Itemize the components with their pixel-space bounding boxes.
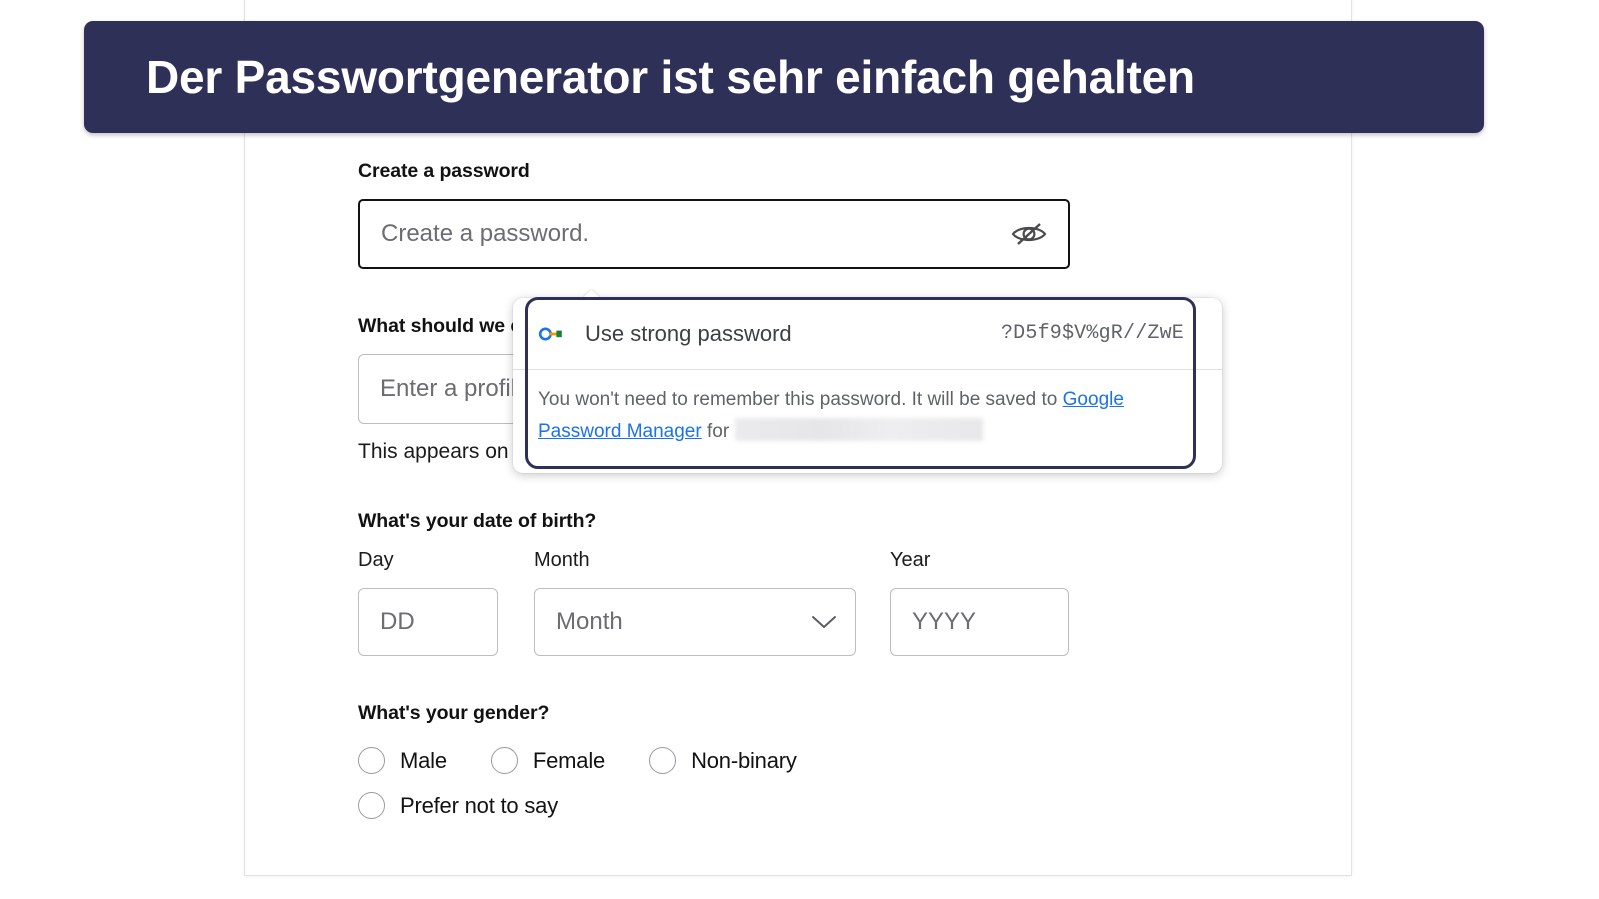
dob-month-group: Month Month: [534, 549, 856, 656]
google-password-key-icon: [538, 321, 564, 347]
radio-circle-icon[interactable]: [649, 747, 677, 774]
gender-option-label: Male: [400, 747, 447, 773]
annotation-banner: Der Passwortgenerator ist sehr einfach g…: [84, 21, 1484, 133]
dob-day-input[interactable]: DD: [358, 588, 498, 656]
dob-day-group: Day DD: [358, 549, 498, 656]
gender-options-row-1: Male Female Non-binary: [358, 747, 1088, 774]
dob-day-label: Day: [358, 549, 394, 571]
date-of-birth-label: What's your date of birth?: [358, 510, 597, 532]
suggested-password-value: ?D5f9$V%gR//ZwE: [1000, 322, 1184, 345]
gender-option-label: Prefer not to say: [400, 792, 559, 818]
dob-month-placeholder: Month: [556, 608, 623, 635]
gender-option-male[interactable]: Male: [358, 747, 447, 774]
note-suffix: for: [701, 421, 730, 442]
dob-day-placeholder: DD: [380, 608, 415, 635]
dob-month-label: Month: [534, 549, 590, 571]
date-of-birth-row: Day DD Month Month Year YYYY: [358, 549, 1088, 656]
chevron-down-icon: [811, 614, 837, 630]
password-field-label: Create a password: [358, 160, 530, 182]
annotation-banner-text: Der Passwortgenerator ist sehr einfach g…: [146, 51, 1195, 103]
radio-circle-icon[interactable]: [358, 747, 385, 774]
gender-option-prefer-not-to-say[interactable]: Prefer not to say: [358, 792, 558, 819]
radio-circle-icon[interactable]: [358, 792, 385, 819]
redacted-account-email: [735, 418, 984, 441]
gender-options-row-2: Prefer not to say: [358, 792, 1088, 819]
gender-label: What's your gender?: [358, 702, 550, 724]
gender-option-label: Non-binary: [691, 747, 797, 773]
signup-form: Create a password Create a password. Wha…: [358, 160, 1088, 819]
gender-option-female[interactable]: Female: [490, 747, 606, 774]
password-suggestion-popup: Use strong password ?D5f9$V%gR//ZwE You …: [513, 298, 1222, 473]
dob-year-group: Year YYYY: [890, 549, 1069, 656]
use-strong-password-label: Use strong password: [585, 320, 792, 346]
password-input-placeholder: Create a password.: [381, 220, 590, 247]
dob-year-input[interactable]: YYYY: [890, 588, 1069, 656]
gender-option-label: Female: [532, 747, 606, 773]
dob-month-select[interactable]: Month: [534, 588, 856, 656]
dob-year-label: Year: [890, 549, 931, 571]
password-input[interactable]: Create a password.: [358, 199, 1070, 269]
use-strong-password-row[interactable]: Use strong password ?D5f9$V%gR//ZwE: [513, 298, 1222, 369]
note-prefix: You won't need to remember this password…: [538, 389, 1063, 410]
popup-divider: [513, 369, 1222, 370]
eye-slash-icon[interactable]: [1008, 213, 1050, 255]
radio-circle-icon[interactable]: [490, 747, 518, 774]
popup-caret: [583, 289, 601, 298]
password-manager-note: You won't need to remember this password…: [538, 384, 1138, 448]
dob-year-placeholder: YYYY: [912, 608, 977, 635]
gender-option-non-binary[interactable]: Non-binary: [649, 747, 797, 774]
